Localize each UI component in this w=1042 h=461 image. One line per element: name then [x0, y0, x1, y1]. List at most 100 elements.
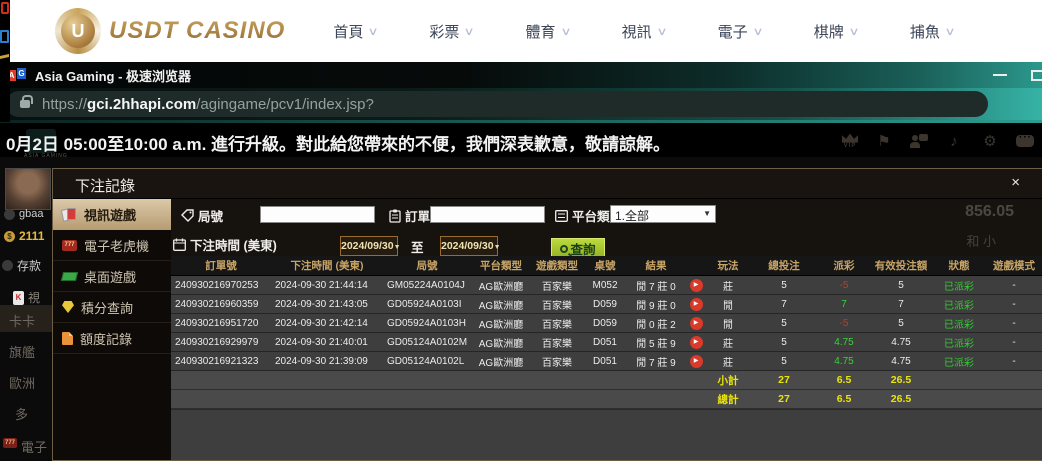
customer-service-icon[interactable]	[910, 134, 928, 148]
cell-total-bet: 5	[749, 318, 819, 329]
close-icon[interactable]: ×	[1011, 174, 1020, 191]
date-from-picker[interactable]: 2024/09/30▼	[340, 236, 398, 256]
cell-game-mode: -	[985, 299, 1042, 310]
chevron-down-icon: ∨	[752, 25, 763, 38]
sidebar-item-slot-machines[interactable]: 777 電子老虎機	[53, 230, 171, 261]
nav-item-fishing[interactable]: 捕魚∨	[910, 21, 954, 42]
username-row: gbaa	[4, 208, 43, 220]
cell-status: 已派彩	[933, 278, 985, 293]
subtotal-valid-bet: 26.5	[869, 374, 933, 386]
replay-button[interactable]: ▶	[690, 336, 703, 349]
date-to-picker[interactable]: 2024/09/30▼	[440, 236, 498, 256]
subtotal-total-bet: 27	[749, 374, 819, 386]
col-valid-bet: 有效投注額	[869, 258, 933, 273]
calendar-icon	[173, 238, 186, 251]
replay-button[interactable]: ▶	[690, 298, 703, 311]
chevron-down-icon: ∨	[848, 25, 859, 38]
total-label: 總計	[707, 392, 749, 407]
cell-table: D059	[583, 318, 627, 329]
maximize-button[interactable]	[1031, 70, 1042, 81]
blue-window-icon[interactable]	[0, 30, 9, 43]
table-row: 240930216921323 2024-09-30 21:39:09 GD05…	[171, 352, 1042, 371]
cell-order: 240930216960359	[171, 299, 271, 310]
replay-button[interactable]: ▶	[690, 279, 703, 292]
lobby-tab-flagship: 旗艦	[9, 342, 35, 361]
round-label-text: 局號	[198, 206, 223, 225]
lobby-tab-multi: 多	[15, 404, 28, 423]
nav-item-home[interactable]: 首頁∨	[333, 21, 377, 42]
vip-icon[interactable]: VIP	[842, 134, 858, 149]
sidebar-item-live-games[interactable]: 視訊遊戲	[53, 199, 171, 230]
cell-round: GD05924A0103H	[383, 318, 471, 329]
nav-items: 首頁∨ 彩票∨ 體育∨ 視訊∨ 電子∨ 棋牌∨ 捕魚∨	[333, 21, 954, 42]
brand-logo[interactable]: U USDT CASINO	[55, 8, 285, 54]
minimize-button[interactable]	[993, 74, 1007, 76]
chat-icon[interactable]	[1016, 135, 1034, 147]
nav-item-poker[interactable]: 棋牌∨	[814, 21, 858, 42]
col-payout: 派彩	[819, 258, 869, 273]
address-bar[interactable]: https://gci.2hhapi.com/agingame/pcv1/ind…	[6, 91, 988, 117]
cell-bet-type: 閒	[707, 297, 749, 312]
nav-item-slots[interactable]: 電子∨	[718, 21, 762, 42]
nav-item-lottery[interactable]: 彩票∨	[429, 21, 473, 42]
sidebar-item-credit-records[interactable]: 額度記錄	[53, 323, 171, 354]
modal-title: 下注記錄	[75, 175, 135, 196]
bet-time-label-text: 下注時間 (美東)	[190, 235, 277, 254]
gear-icon[interactable]: ⚙	[980, 132, 1000, 150]
total-valid-bet: 26.5	[869, 393, 933, 405]
cell-game-type: 百家樂	[531, 335, 583, 350]
round-input[interactable]	[260, 206, 375, 223]
nav-item-sports[interactable]: 體育∨	[526, 21, 570, 42]
sidebar-label: 視訊遊戲	[84, 205, 136, 224]
platform-select[interactable]: 1.全部	[610, 205, 716, 223]
screen: U USDT CASINO 首頁∨ 彩票∨ 體育∨ 視訊∨ 電子∨ 棋牌∨ 捕魚…	[0, 0, 1042, 461]
money-icon	[61, 272, 78, 281]
slot-icon: 777	[62, 240, 77, 251]
cell-payout: -5	[819, 280, 869, 291]
cell-total-bet: 5	[749, 337, 819, 348]
col-game-mode: 遊戲模式	[985, 258, 1042, 273]
cell-table: D059	[583, 299, 627, 310]
replay-button[interactable]: ▶	[690, 317, 703, 330]
col-status: 狀態	[933, 258, 985, 273]
cell-order: 240930216921323	[171, 356, 271, 367]
sidebar-item-table-games[interactable]: 桌面遊戲	[53, 261, 171, 292]
cell-time: 2024-09-30 21:42:14	[271, 318, 383, 329]
filter-form: 局號 訂單號 平台類型 1.全部 下注時間 (美東) 2024/09/30▼ 至…	[171, 199, 1042, 256]
red-window-icon[interactable]	[1, 2, 9, 14]
video-label: 視	[28, 289, 40, 306]
list-icon	[555, 210, 568, 222]
cell-payout: 4.75	[819, 356, 869, 367]
search-icon	[560, 245, 568, 253]
lobby-tab-slots: 電子	[21, 437, 47, 456]
subtotal-label: 小計	[707, 373, 749, 388]
cell-payout: 4.75	[819, 337, 869, 348]
col-result: 結果	[627, 258, 685, 273]
table-empty-area	[171, 409, 1042, 460]
cell-total-bet: 5	[749, 280, 819, 291]
nav-item-live[interactable]: 視訊∨	[622, 21, 666, 42]
sidebar-item-points-query[interactable]: 積分查詢	[53, 292, 171, 323]
cell-time: 2024-09-30 21:43:05	[271, 299, 383, 310]
replay-button[interactable]: ▶	[690, 355, 703, 368]
date-from-value: 2024/09/30	[341, 240, 394, 252]
music-icon[interactable]: ♪	[944, 133, 964, 150]
flag-icon[interactable]: ⚑	[874, 132, 894, 150]
browser-titlebar[interactable]: A G Asia Gaming - 极速浏览器	[0, 62, 1042, 88]
cell-bet-type: 莊	[707, 354, 749, 369]
cell-platform: AG歐洲廳	[471, 278, 531, 293]
order-input[interactable]	[430, 206, 545, 223]
desktop-edge-strip	[0, 0, 10, 122]
dropdown-arrow-icon: ▼	[494, 244, 501, 251]
cell-time: 2024-09-30 21:40:01	[271, 337, 383, 348]
modal-header: 下注記錄 ×	[53, 169, 1042, 199]
to-label-text: 至	[411, 237, 424, 256]
cell-status: 已派彩	[933, 297, 985, 312]
nav-label: 首頁	[333, 21, 363, 42]
cell-payout: 7	[819, 299, 869, 310]
tag-icon	[181, 209, 194, 222]
avatar	[5, 168, 51, 210]
table-row: 240930216960359 2024-09-30 21:43:05 GD05…	[171, 295, 1042, 314]
col-bet-type: 玩法	[707, 258, 749, 273]
balance-row: $2111	[4, 229, 44, 243]
